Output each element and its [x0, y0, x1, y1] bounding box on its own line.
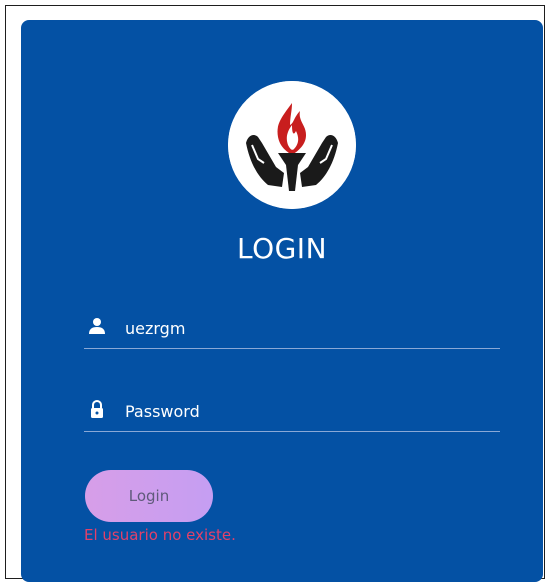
username-input[interactable]: [125, 313, 485, 343]
logo: [228, 81, 356, 209]
username-field[interactable]: [84, 313, 500, 349]
login-button[interactable]: Login: [85, 470, 213, 522]
login-card: LOGIN Login El usuario no existe.: [21, 20, 543, 582]
user-icon: [89, 318, 105, 334]
page-frame: LOGIN Login El usuario no existe.: [5, 5, 545, 582]
page-title: LOGIN: [236, 232, 328, 265]
password-field[interactable]: [84, 396, 500, 432]
password-input[interactable]: [125, 396, 485, 426]
error-message: El usuario no existe.: [84, 526, 236, 544]
torch-hands-icon: [228, 81, 356, 209]
lock-icon: [91, 400, 103, 418]
